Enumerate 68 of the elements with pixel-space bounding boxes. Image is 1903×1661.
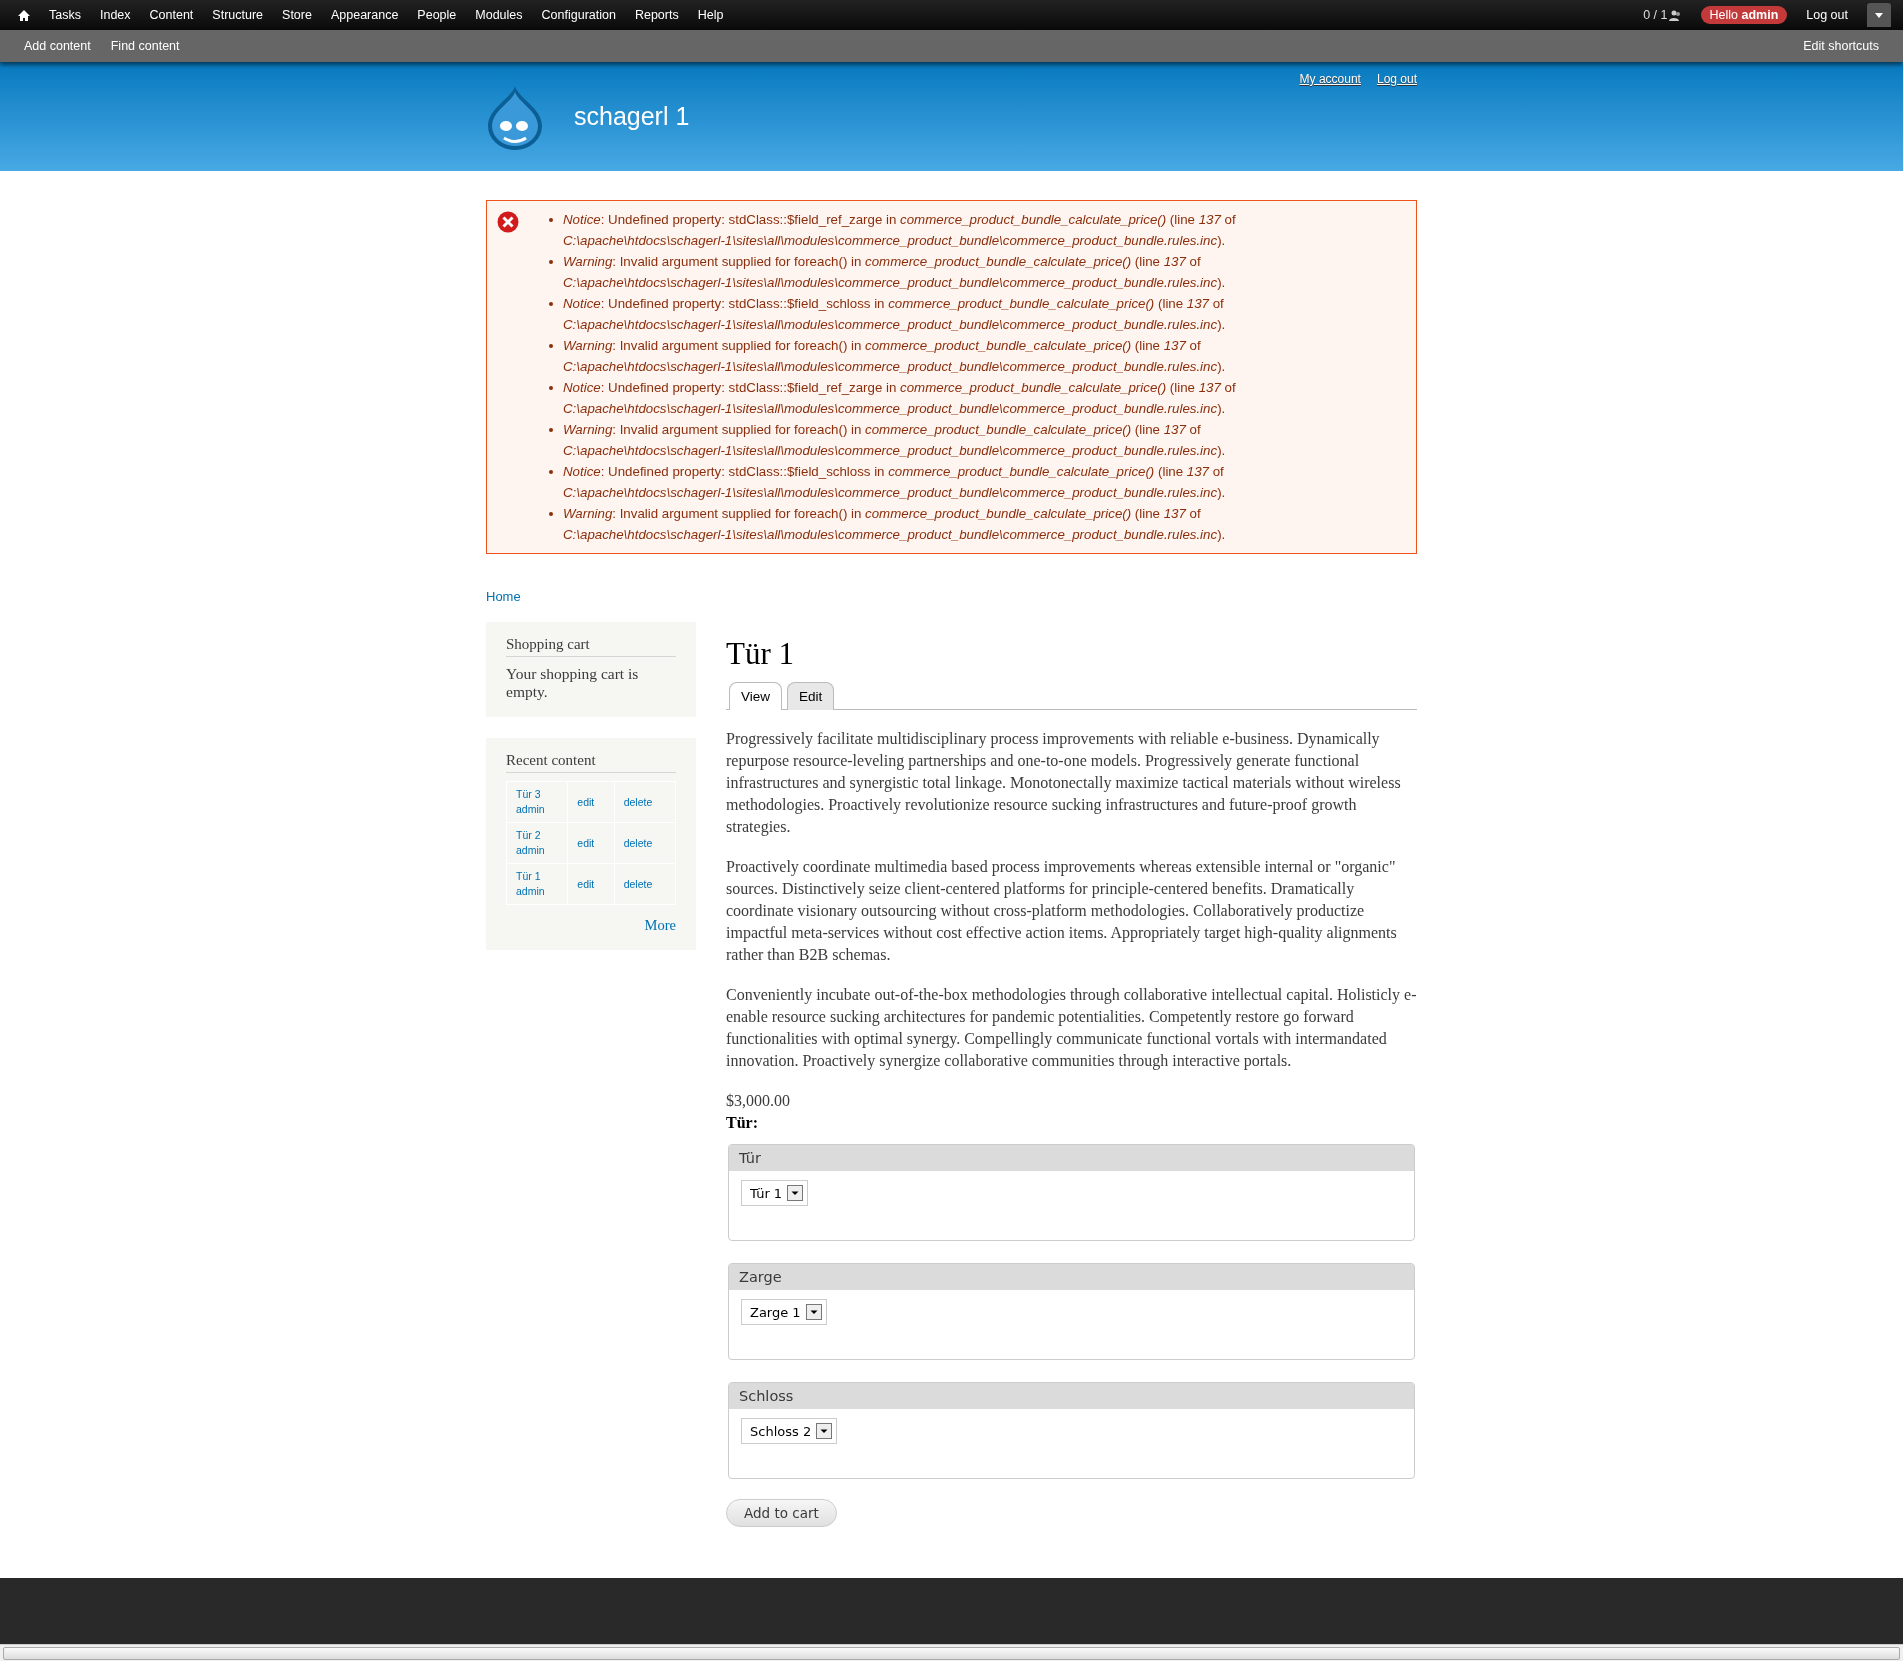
toolbar-menu-item[interactable]: Reports xyxy=(634,8,679,22)
toolbar-menu-item[interactable]: Modules xyxy=(475,8,523,22)
toolbar-menu-item[interactable]: Configuration xyxy=(541,8,616,22)
block-title: Recent content xyxy=(506,752,676,773)
body-paragraph: Proactively coordinate multimedia based process improvements whereas extensible internal or "organic" sources. Distinctively seize client-centered platforms for principle-centered benefits. Dramatically coordinate visionary outsourcing without cross-platform methodologies. Collaboratively productize impactful meta-services without cost effective action items. Appropriately target high-quality alignments rather than B2B schemas. xyxy=(726,857,1398,965)
users-icon xyxy=(1668,9,1682,21)
product-select[interactable]: Schloss 2 xyxy=(741,1418,838,1444)
fieldset-legend: Tür xyxy=(729,1145,1414,1171)
toolbar-menu-item[interactable]: Structure xyxy=(212,8,264,22)
bullet-icon xyxy=(549,260,553,264)
author-link[interactable]: admin xyxy=(516,884,559,899)
toolbar-toggle-button[interactable] xyxy=(1867,3,1891,27)
product-select[interactable]: Tür 1 xyxy=(741,1180,809,1206)
caret-icon xyxy=(1875,12,1883,18)
product-price: $3,000.00 xyxy=(726,1091,791,1111)
error-message: Notice: Undefined property: stdClass::$field_ref_zarge in commerce_product_bundle_calculate_price() (line 137 of C:\apache\htdocs\schagerl-1\sites\all\modules\commerce_product_bundle\commerce_product_bundle.rules.inc). xyxy=(563,211,1237,250)
fieldset-legend: Zarge xyxy=(729,1264,1414,1290)
body-paragraph: Progressively facilitate multidisciplinary process improvements with reliable e-business. Dynamically repurpose resource-leveling partnerships and one-to-one models. Progressively generate functional infrastructures and synergistic total linkage. Monotonectally maximize tactical materials without wireless methodologies. Proactively revolutionize resource sucking infrastructures and future-proof growth strategies. xyxy=(726,729,1402,838)
bullet-icon xyxy=(549,470,553,474)
header-link[interactable]: My account xyxy=(1299,72,1361,86)
edit-shortcuts-link[interactable]: Edit shortcuts xyxy=(1803,39,1879,53)
error-message: Notice: Undefined property: stdClass::$field_schloss in commerce_product_bundle_calculate_price() (line 137 of C:\apache\htdocs\schagerl-1\sites\all\modules\commerce_product_bundle\commerce_product_bundle.rules.inc). xyxy=(563,463,1227,502)
page-title: Tür 1 xyxy=(726,636,795,672)
breadcrumb-link[interactable]: Home xyxy=(486,589,521,604)
fieldset-legend: Schloss xyxy=(729,1383,1414,1409)
bullet-icon xyxy=(549,218,553,222)
bullet-icon xyxy=(549,386,553,390)
toolbar-menu-item[interactable]: People xyxy=(417,8,457,22)
error-icon xyxy=(497,211,519,233)
add-to-cart-button[interactable]: Add to cart xyxy=(726,1499,837,1527)
error-message: Notice: Undefined property: stdClass::$field_schloss in commerce_product_bundle_calculate_price() (line 137 of C:\apache\htdocs\schagerl-1\sites\all\modules\commerce_product_bundle\commerce_product_bundle.rules.inc). xyxy=(563,295,1227,334)
toolbar-menu-item[interactable]: Content xyxy=(149,8,194,22)
bullet-icon xyxy=(549,302,553,306)
content-title-link[interactable]: Tür 3 xyxy=(516,787,559,802)
error-message: Warning: Invalid argument supplied for foreach() in commerce_product_bundle_calculate_price() (line 137 of C:\apache\htdocs\schagerl-1\sites\all\modules\commerce_product_bundle\commerce_product_bundle.rules.inc). xyxy=(563,337,1227,376)
error-message: Warning: Invalid argument supplied for foreach() in commerce_product_bundle_calculate_price() (line 137 of C:\apache\htdocs\schagerl-1\sites\all\modules\commerce_product_bundle\commerce_product_bundle.rules.inc). xyxy=(563,421,1227,460)
content-title-link[interactable]: Tür 1 xyxy=(516,869,559,884)
bullet-icon xyxy=(549,428,553,432)
toolbar-menu-item[interactable]: Store xyxy=(282,8,312,22)
horizontal-scrollbar[interactable] xyxy=(0,1644,1903,1661)
author-link[interactable]: admin xyxy=(516,843,559,858)
site-name[interactable]: schagerl 1 xyxy=(574,102,690,131)
toolbar-menu-item[interactable]: Appearance xyxy=(330,8,399,22)
cart-empty-text: Your shopping cart is empty. xyxy=(506,665,640,701)
bullet-icon xyxy=(549,512,553,516)
tab[interactable]: View xyxy=(729,682,783,710)
shortcut-link[interactable]: Add content xyxy=(24,39,91,53)
tab[interactable]: Edit xyxy=(787,682,835,710)
toolbar-menu-item[interactable]: Tasks xyxy=(49,8,81,22)
block-title: Shopping cart xyxy=(506,636,676,657)
toolbar-menu-item[interactable]: Index xyxy=(99,8,131,22)
logout-link[interactable]: Log out xyxy=(1806,8,1848,22)
product-select[interactable]: Zarge 1 xyxy=(741,1299,827,1325)
greeting-badge[interactable]: Hello admin xyxy=(1700,6,1788,24)
more-link[interactable]: More xyxy=(506,917,676,934)
error-message: Notice: Undefined property: stdClass::$field_ref_zarge in commerce_product_bundle_calculate_price() (line 137 of C:\apache\htdocs\schagerl-1\sites\all\modules\commerce_product_bundle\commerce_product_bundle.rules.inc). xyxy=(563,379,1237,418)
content-title-link[interactable]: Tür 2 xyxy=(516,828,559,843)
bullet-icon xyxy=(549,344,553,348)
header-link[interactable]: Log out xyxy=(1376,72,1417,86)
field-label: Tür: xyxy=(726,1113,759,1133)
user-count: 0 / 1 xyxy=(1643,8,1668,22)
home-icon[interactable] xyxy=(18,9,30,21)
error-message: Warning: Invalid argument supplied for foreach() in commerce_product_bundle_calculate_price() (line 137 of C:\apache\htdocs\schagerl-1\sites\all\modules\commerce_product_bundle\commerce_product_bundle.rules.inc). xyxy=(563,505,1227,544)
error-message: Warning: Invalid argument supplied for foreach() in commerce_product_bundle_calculate_price() (line 137 of C:\apache\htdocs\schagerl-1\sites\all\modules\commerce_product_bundle\commerce_product_bundle.rules.inc). xyxy=(563,253,1227,292)
toolbar-menu-item[interactable]: Help xyxy=(697,8,724,22)
author-link[interactable]: admin xyxy=(516,802,559,817)
shortcut-link[interactable]: Find content xyxy=(110,39,180,53)
body-paragraph: Conveniently incubate out-of-the-box methodologies through collaborative intellectual capital. Holisticly e-enable resource sucking architectures for pandemic potentialities. Competently restore go forward functionalities with optimal synergy. Compellingly communicate functional vortals with intermandated innovation. Proactively synergize collaborative communities through interactive portals. xyxy=(726,985,1417,1072)
